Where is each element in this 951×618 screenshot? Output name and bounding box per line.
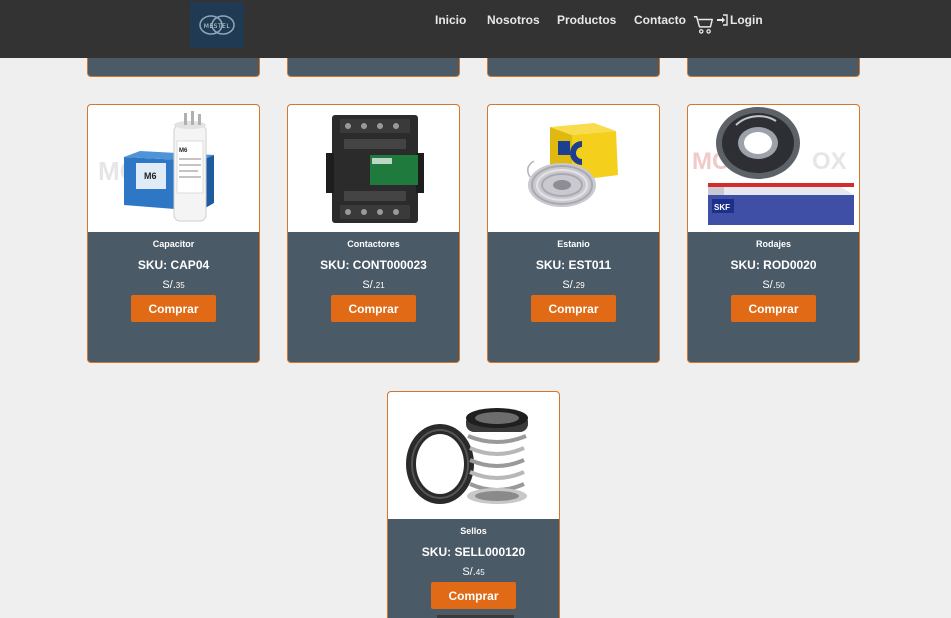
product-sku: SKU: CAP04 xyxy=(137,258,210,272)
sign-in-icon xyxy=(717,14,728,26)
buy-button[interactable]: Comprar xyxy=(431,582,516,609)
capacitor-image[interactable]: MO M6 M6 xyxy=(88,105,259,232)
product-sku: SKU: ROD0020 xyxy=(730,258,817,272)
login-label: Login xyxy=(730,13,763,27)
buy-button[interactable]: Comprar xyxy=(531,295,616,322)
product-name: Contactores xyxy=(347,239,400,249)
product-card: Estanio SKU: EST011 S/.29 Comprar xyxy=(487,104,660,363)
login-link[interactable]: Login xyxy=(716,13,763,27)
price-currency: S/. xyxy=(762,279,776,291)
navbar: MESTEL Inicio Nosotros Productos Contact… xyxy=(0,0,951,58)
price-currency: S/. xyxy=(562,279,576,291)
buy-button[interactable]: Comprar xyxy=(331,295,416,322)
buy-button[interactable]: Comprar xyxy=(131,295,216,322)
product-name: Rodajes xyxy=(755,239,791,249)
nav-link-contacto[interactable]: Contacto xyxy=(634,13,686,27)
svg-text:M6: M6 xyxy=(179,148,188,154)
product-price: S/.50 xyxy=(688,279,859,291)
contactor-image[interactable] xyxy=(288,105,459,232)
product-card-partial xyxy=(687,56,860,77)
cart-icon[interactable] xyxy=(693,14,715,36)
buy-button[interactable]: Comprar xyxy=(731,295,816,322)
logo[interactable]: MESTEL xyxy=(190,2,244,48)
product-card-partial xyxy=(87,56,260,77)
price-currency: S/. xyxy=(162,279,176,291)
product-card: MO M6 M6 Capacitor SKU: CAP04 S/.35 Comp… xyxy=(87,104,260,363)
product-name: Capacitor xyxy=(152,239,195,249)
bearing-image[interactable]: MO OX SKF xyxy=(688,105,859,232)
product-price: S/.35 xyxy=(88,279,259,291)
nav-link-productos[interactable]: Productos xyxy=(557,13,616,27)
price-amount: 35 xyxy=(175,281,185,290)
svg-text:OX: OX xyxy=(812,148,847,175)
svg-text:M6: M6 xyxy=(144,171,157,181)
nav-link-nosotros[interactable]: Nosotros xyxy=(487,13,540,27)
price-currency: S/. xyxy=(362,279,376,291)
product-card-partial xyxy=(487,56,660,77)
logo-text: MESTEL xyxy=(203,23,231,30)
product-card: Sellos SKU: SELL000120 S/.45 Comprar xyxy=(387,391,560,618)
product-price: S/.45 xyxy=(388,566,559,578)
product-card: Contactores SKU: CONT000023 S/.21 Compra… xyxy=(287,104,460,363)
product-card-partial xyxy=(287,56,460,77)
product-price: S/.29 xyxy=(488,279,659,291)
product-sku: SKU: SELL000120 xyxy=(421,545,526,559)
product-sku: SKU: CONT000023 xyxy=(320,258,427,272)
svg-text:SKF: SKF xyxy=(714,203,730,212)
price-amount: 50 xyxy=(775,281,785,290)
product-price: S/.21 xyxy=(288,279,459,291)
price-amount: 45 xyxy=(475,568,485,577)
price-amount: 21 xyxy=(375,281,385,290)
price-amount: 29 xyxy=(575,281,585,290)
mechanical-seal-image[interactable] xyxy=(388,392,559,519)
nav-link-inicio[interactable]: Inicio xyxy=(435,13,466,27)
product-name: Sellos xyxy=(460,526,487,536)
product-name: Estanio xyxy=(557,239,590,249)
solder-wire-image[interactable] xyxy=(488,105,659,232)
price-currency: S/. xyxy=(462,566,476,578)
product-sku: SKU: EST011 xyxy=(535,258,612,272)
product-card: MO OX SKF Rodajes SKU: ROD0020 S/.50 Com… xyxy=(687,104,860,363)
